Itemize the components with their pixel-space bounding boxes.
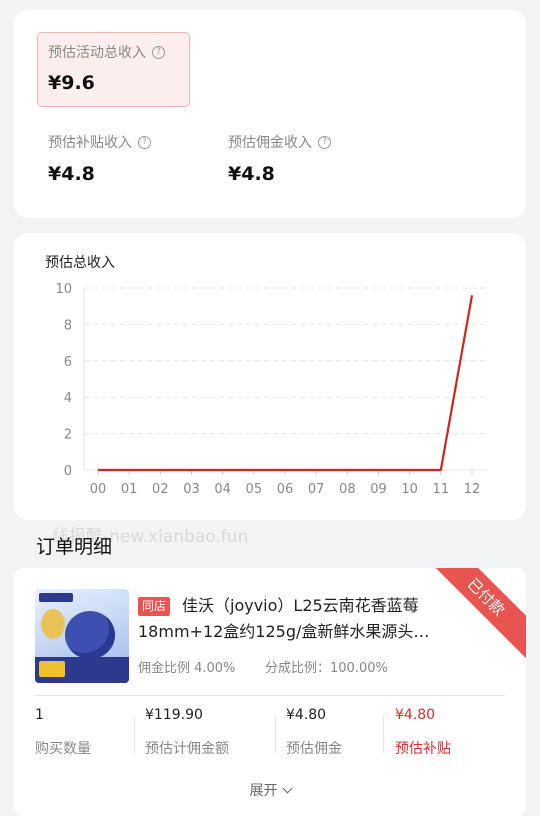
quantity-label: 购买数量 bbox=[35, 741, 91, 757]
x-tick-label: 08 bbox=[339, 482, 356, 497]
product-title[interactable]: 佳沃（joyvio）L25云南花香蓝莓18mm+12盒约125g/盒新鲜水果源头… bbox=[138, 593, 438, 645]
chart-title: 预估总收入 bbox=[45, 255, 115, 271]
x-tick-label: 07 bbox=[308, 482, 325, 497]
x-tick-label: 10 bbox=[401, 482, 418, 497]
y-tick-label: 8 bbox=[64, 318, 72, 333]
total-income-box: 预估活动总收入 ? ¥9.6 bbox=[37, 32, 190, 107]
subsidy-income-label: 预估补贴收入 ? bbox=[48, 132, 151, 152]
estimated-subsidy-label: 预估补贴 bbox=[395, 741, 451, 757]
help-icon[interactable]: ? bbox=[318, 135, 331, 149]
help-icon[interactable]: ? bbox=[152, 45, 165, 59]
income-chart-card: 预估总收入 0 2 4 6 8 10 00 01 02 03 04 05 06 07 08 09 10 11 12 bbox=[14, 233, 526, 520]
order-card[interactable]: 佳沃（joyvio）L25云南花香蓝莓18mm+12盒约125g/盒新鲜水果源头… bbox=[14, 568, 526, 816]
total-income-label-text: 预估活动总收入 bbox=[48, 45, 146, 61]
medal-icon bbox=[41, 609, 65, 639]
product-image[interactable] bbox=[35, 589, 129, 683]
y-tick-label: 10 bbox=[55, 282, 72, 297]
y-tick-label: 0 bbox=[64, 464, 72, 479]
column-divider bbox=[134, 715, 135, 753]
chevron-down-icon bbox=[282, 783, 292, 794]
estimated-subsidy-value: ¥4.80 bbox=[395, 707, 436, 723]
brand-logo-icon bbox=[39, 593, 73, 602]
commission-income-label-text: 预估佣金收入 bbox=[228, 135, 312, 151]
expand-label: 展开 bbox=[249, 783, 278, 799]
x-tick-label: 03 bbox=[183, 482, 200, 497]
commission-income-value: ¥4.8 bbox=[228, 163, 275, 185]
help-icon[interactable]: ? bbox=[138, 135, 151, 149]
blueberry-box-icon bbox=[65, 611, 115, 659]
x-tick-label: 12 bbox=[464, 482, 481, 497]
y-tick-label: 2 bbox=[64, 428, 72, 443]
order-details-title: 订单明细 bbox=[36, 536, 113, 558]
income-line-chart: 预估总收入 0246810 00 01 02 03 04 05 06 07 08 09 10 11 12 bbox=[45, 255, 487, 497]
y-tick-label: 6 bbox=[64, 355, 72, 370]
column-divider bbox=[383, 715, 384, 753]
subsidy-income-label-text: 预估补贴收入 bbox=[48, 135, 132, 151]
commission-rate: 佣金比例 4.00% bbox=[138, 661, 236, 676]
x-tick-label: 06 bbox=[277, 482, 294, 497]
divider bbox=[35, 695, 505, 696]
shop-tag: 同店 bbox=[138, 597, 171, 616]
estimated-commission-value: ¥4.80 bbox=[286, 707, 327, 723]
income-summary-card: 预估活动总收入 ? ¥9.6 预估补贴收入 ? ¥4.8 预估佣金收入 ? ¥4… bbox=[14, 10, 526, 218]
series-line bbox=[98, 295, 474, 472]
commission-base-value: ¥119.90 bbox=[145, 707, 203, 723]
x-tick-label: 09 bbox=[370, 482, 387, 497]
estimated-commission-label: 预估佣金 bbox=[286, 741, 342, 757]
commission-income-label: 预估佣金收入 ? bbox=[228, 132, 331, 152]
column-divider bbox=[275, 715, 276, 753]
x-tick-label: 02 bbox=[152, 482, 169, 497]
x-tick-label: 01 bbox=[121, 482, 138, 497]
subsidy-income-value: ¥4.8 bbox=[48, 163, 95, 185]
quantity-value: 1 bbox=[35, 707, 44, 723]
share-rate: 分成比例：100.00% bbox=[265, 661, 388, 676]
x-tick-label: 11 bbox=[433, 482, 450, 497]
x-tick-label: 04 bbox=[214, 482, 231, 497]
commission-base-label: 预估计佣金额 bbox=[145, 741, 229, 757]
total-income-label: 预估活动总收入 ? bbox=[48, 42, 165, 62]
total-income-value: ¥9.6 bbox=[48, 72, 95, 94]
product-badge bbox=[39, 661, 65, 677]
y-tick-label: 4 bbox=[64, 391, 72, 406]
expand-button[interactable]: 展开 bbox=[14, 780, 526, 800]
x-tick-label: 05 bbox=[246, 482, 263, 497]
x-tick-label: 00 bbox=[90, 482, 107, 497]
